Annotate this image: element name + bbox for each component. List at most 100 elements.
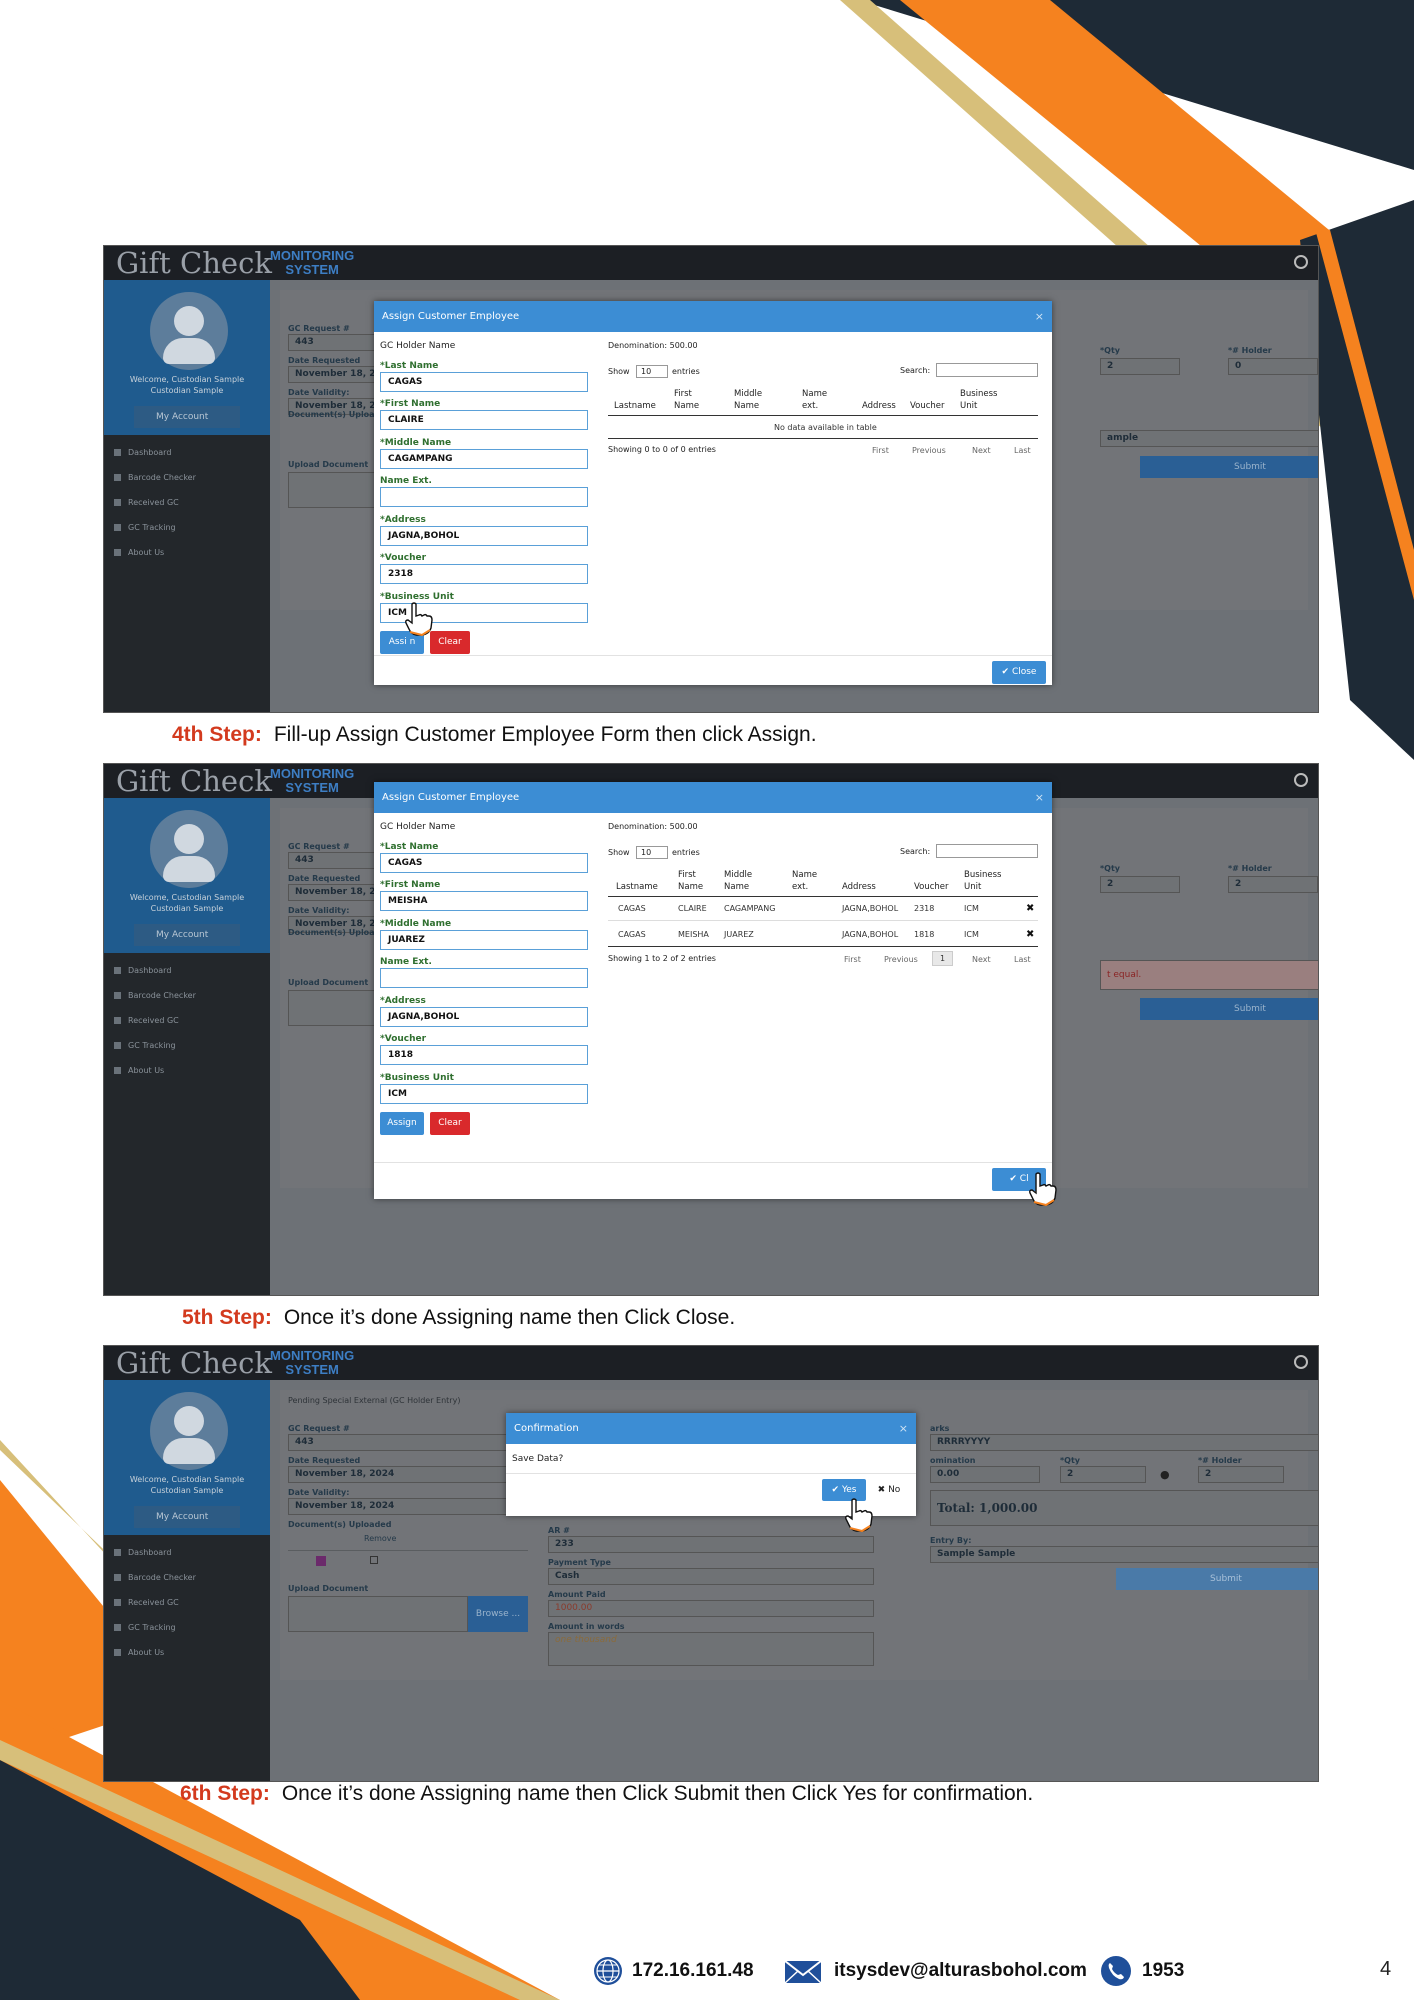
holder-field[interactable]: 2 <box>1198 1466 1284 1483</box>
sidebar-item-received-gc[interactable]: Received GC <box>114 498 196 523</box>
search-input[interactable] <box>936 363 1038 377</box>
sidebar-item-gc-tracking[interactable]: GC Tracking <box>114 1041 196 1066</box>
sidebar: Welcome, Custodian Sample Custodian Samp… <box>104 280 270 712</box>
sidebar-item-dashboard[interactable]: Dashboard <box>114 448 196 473</box>
address-input[interactable]: JAGNA,BOHOL <box>380 526 588 546</box>
pager-previous[interactable]: Previous <box>912 446 946 455</box>
address-label: Address <box>384 996 426 1006</box>
my-account-button[interactable]: My Account <box>134 1506 240 1528</box>
col-middle-name[interactable]: Middle Name <box>734 388 762 412</box>
pager-page-1[interactable]: 1 <box>932 951 954 966</box>
col-middle-1: Middle <box>734 389 763 399</box>
sidebar-item-barcode-checker[interactable]: Barcode Checker <box>114 473 196 498</box>
no-button[interactable]: ✖ No <box>872 1479 906 1501</box>
bu-input[interactable]: ICM <box>380 1084 588 1104</box>
submit-button-bg[interactable]: Submit <box>1140 998 1318 1020</box>
sidebar-item-barcode-checker[interactable]: Barcode Checker <box>114 1573 196 1598</box>
cell-middle: JUAREZ <box>724 930 754 939</box>
pager-last[interactable]: Last <box>1014 955 1031 964</box>
voucher-input[interactable]: 2318 <box>380 564 588 584</box>
col-middle-name[interactable]: Middle Name <box>724 869 752 893</box>
col-voucher[interactable]: Voucher <box>910 400 945 412</box>
upload-field[interactable] <box>288 1596 468 1632</box>
voucher-label: Voucher <box>384 553 427 563</box>
middle-name-input[interactable]: CAGAMPANG <box>380 449 588 469</box>
col-voucher[interactable]: Voucher <box>914 881 949 893</box>
payment-type-field[interactable]: Cash <box>548 1568 874 1585</box>
close-label: Close <box>1011 667 1037 677</box>
entries-select[interactable]: 10 <box>636 846 668 859</box>
delete-icon[interactable]: ✖ <box>1026 929 1034 940</box>
pager-next[interactable]: Next <box>972 955 991 964</box>
clear-button[interactable]: Clear <box>430 1112 470 1135</box>
pager-next[interactable]: Next <box>972 446 991 455</box>
last-name-input[interactable]: CAGAS <box>380 372 588 392</box>
holder-field[interactable]: 0 <box>1228 358 1318 375</box>
power-icon[interactable] <box>1294 1355 1308 1369</box>
modal-close-x[interactable]: × <box>1035 301 1044 332</box>
col-name-ext[interactable]: Name ext. <box>802 388 827 412</box>
first-name-input[interactable]: CLAIRE <box>380 410 588 430</box>
voucher-input[interactable]: 1818 <box>380 1045 588 1065</box>
confirm-close-x[interactable]: × <box>899 1413 908 1444</box>
date-validity-field: November 18, 2024 <box>288 1498 528 1515</box>
first-name-input[interactable]: MEISHA <box>380 891 588 911</box>
remarks-field[interactable]: RRRRYYYY <box>930 1434 1318 1451</box>
pager-first[interactable]: First <box>872 446 889 455</box>
my-account-button[interactable]: My Account <box>134 924 240 946</box>
amount-paid-field[interactable]: 1000.00 <box>548 1600 874 1617</box>
sidebar-item-received-gc[interactable]: Received GC <box>114 1016 196 1041</box>
qty-field[interactable]: 2 <box>1060 1466 1146 1483</box>
pager-last[interactable]: Last <box>1014 446 1031 455</box>
power-icon[interactable] <box>1294 255 1308 269</box>
holder-field[interactable]: 2 <box>1228 876 1318 893</box>
name-ext-input[interactable] <box>380 487 588 507</box>
col-business-unit[interactable]: Business Unit <box>960 388 997 412</box>
address-input[interactable]: JAGNA,BOHOL <box>380 1007 588 1027</box>
col-business-unit[interactable]: Business Unit <box>964 869 1001 893</box>
qty-field[interactable]: 2 <box>1100 876 1180 893</box>
col-first-name[interactable]: First Name <box>678 869 703 893</box>
remove-checkbox[interactable] <box>370 1556 378 1564</box>
entries-select[interactable]: 10 <box>636 365 668 378</box>
col-name-ext[interactable]: Name ext. <box>792 869 817 893</box>
sidebar-item-barcode-checker[interactable]: Barcode Checker <box>114 991 196 1016</box>
search-input[interactable] <box>936 844 1038 858</box>
sidebar-item-dashboard[interactable]: Dashboard <box>114 966 196 991</box>
delete-icon[interactable]: ✖ <box>1026 903 1034 914</box>
sidebar-item-gc-tracking[interactable]: GC Tracking <box>114 1623 196 1648</box>
clear-button[interactable]: Clear <box>430 631 470 654</box>
pager-first[interactable]: First <box>844 955 861 964</box>
sidebar-item-received-gc[interactable]: Received GC <box>114 1598 196 1623</box>
browse-button[interactable]: Browse ... <box>468 1596 528 1632</box>
name-ext-input[interactable] <box>380 968 588 988</box>
sidebar-item-about-us[interactable]: About Us <box>114 1066 196 1091</box>
submit-button-bg[interactable]: Submit <box>1140 456 1318 478</box>
col-address[interactable]: Address <box>862 400 896 412</box>
qty-field[interactable]: 2 <box>1100 358 1180 375</box>
document-thumbnail[interactable] <box>316 1556 326 1566</box>
modal-close-x[interactable]: × <box>1035 782 1044 813</box>
sidebar-item-about-us[interactable]: About Us <box>114 548 196 573</box>
col-lastname[interactable]: Lastname <box>614 400 656 412</box>
last-name-input[interactable]: CAGAS <box>380 853 588 873</box>
sidebar-item-dashboard[interactable]: Dashboard <box>114 1548 196 1573</box>
amount-words-field[interactable]: one thousand <box>548 1632 874 1666</box>
middle-name-label: Middle Name <box>384 438 452 448</box>
submit-button[interactable]: Submit <box>1116 1568 1318 1590</box>
col-lastname[interactable]: Lastname <box>616 881 658 893</box>
col-first-1: First <box>678 870 696 880</box>
ar-field[interactable]: 233 <box>548 1536 874 1553</box>
col-address[interactable]: Address <box>842 881 876 893</box>
power-icon[interactable] <box>1294 773 1308 787</box>
middle-name-input[interactable]: JUAREZ <box>380 930 588 950</box>
pager-previous[interactable]: Previous <box>884 955 918 964</box>
col-bu-2: Unit <box>964 882 982 892</box>
my-account-button[interactable]: My Account <box>134 406 240 428</box>
assign-button[interactable]: Assign <box>380 1112 424 1135</box>
denomination-field[interactable]: 0.00 <box>930 1466 1040 1483</box>
sidebar-item-about-us[interactable]: About Us <box>114 1648 196 1673</box>
sidebar-item-gc-tracking[interactable]: GC Tracking <box>114 523 196 548</box>
col-first-name[interactable]: First Name <box>674 388 699 412</box>
close-button[interactable]: ✔ Close <box>992 661 1046 684</box>
